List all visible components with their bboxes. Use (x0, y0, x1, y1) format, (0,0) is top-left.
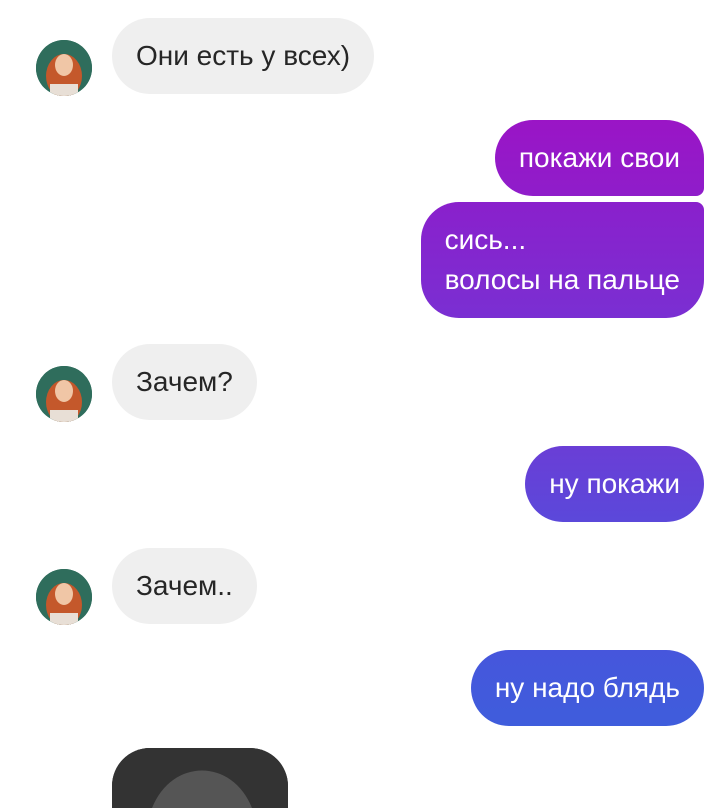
message-text: Они есть у всех) (136, 40, 351, 71)
contact-avatar[interactable] (36, 40, 92, 96)
incoming-message-bubble[interactable]: Зачем.. (112, 548, 257, 624)
outgoing-message-bubble[interactable]: сись... волосы на пальце (420, 202, 704, 318)
outgoing-message-bubble[interactable]: ну надо блядь (470, 650, 704, 726)
avatar-photo-icon (36, 40, 92, 96)
incoming-message-bubble[interactable]: Зачем? (112, 344, 257, 420)
avatar-photo-icon (36, 569, 92, 625)
photo-thumbnail-icon (112, 748, 288, 808)
message-text-line: волосы на пальце (444, 264, 680, 295)
avatar-photo-icon (36, 366, 92, 422)
outgoing-message-bubble[interactable]: ну покажи (525, 446, 704, 522)
message-text: покажи свои (518, 142, 680, 173)
contact-avatar[interactable] (36, 569, 92, 625)
message-text: ну надо блядь (494, 672, 680, 703)
message-text: Зачем? (136, 366, 233, 397)
message-text: Зачем.. (136, 570, 233, 601)
incoming-media-preview[interactable] (112, 748, 288, 808)
message-text-line: сись... (444, 224, 527, 255)
outgoing-message-bubble[interactable]: покажи свои (494, 120, 704, 196)
incoming-message-bubble[interactable]: Они есть у всех) (112, 18, 375, 94)
message-text: ну покажи (549, 468, 680, 499)
contact-avatar[interactable] (36, 366, 92, 422)
